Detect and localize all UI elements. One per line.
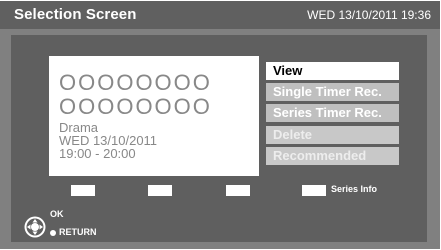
clock-datetime: WED 13/10/2011 19:36 [307,8,431,22]
menu-item-recommended[interactable]: Recommended [266,147,399,165]
red-key-button[interactable] [71,185,95,196]
return-label-text: RETURN [59,227,97,237]
menu-item-delete[interactable]: Delete [266,126,399,144]
yellow-key-button[interactable] [226,185,250,196]
program-title-line-1: OOOOOOOO [59,70,212,95]
content-panel: OOOOOOOO OOOOOOOO Drama WED 13/10/2011 1… [11,35,427,242]
selection-screen: Selection Screen WED 13/10/2011 19:36 OO… [0,0,441,250]
blue-key-button[interactable] [302,185,326,196]
screen-title: Selection Screen [14,6,137,23]
program-info-card: OOOOOOOO OOOOOOOO Drama WED 13/10/2011 1… [49,56,259,176]
series-info-label: Series Info [331,184,378,194]
return-label: RETURN [50,227,97,237]
menu-item-series-timer-rec[interactable]: Series Timer Rec. [266,104,399,122]
menu-item-view[interactable]: View [266,62,399,80]
program-title-line-2: OOOOOOOO [59,94,212,119]
program-time: 19:00 - 20:00 [59,146,136,161]
green-key-button[interactable] [148,185,172,196]
ok-label: OK [50,209,64,219]
menu-item-single-timer-rec[interactable]: Single Timer Rec. [266,83,399,101]
header-bar: Selection Screen WED 13/10/2011 19:36 [0,1,440,29]
return-dot-icon [50,229,56,236]
screen-frame: Selection Screen WED 13/10/2011 19:36 OO… [0,1,440,249]
dpad-icon [24,216,46,238]
